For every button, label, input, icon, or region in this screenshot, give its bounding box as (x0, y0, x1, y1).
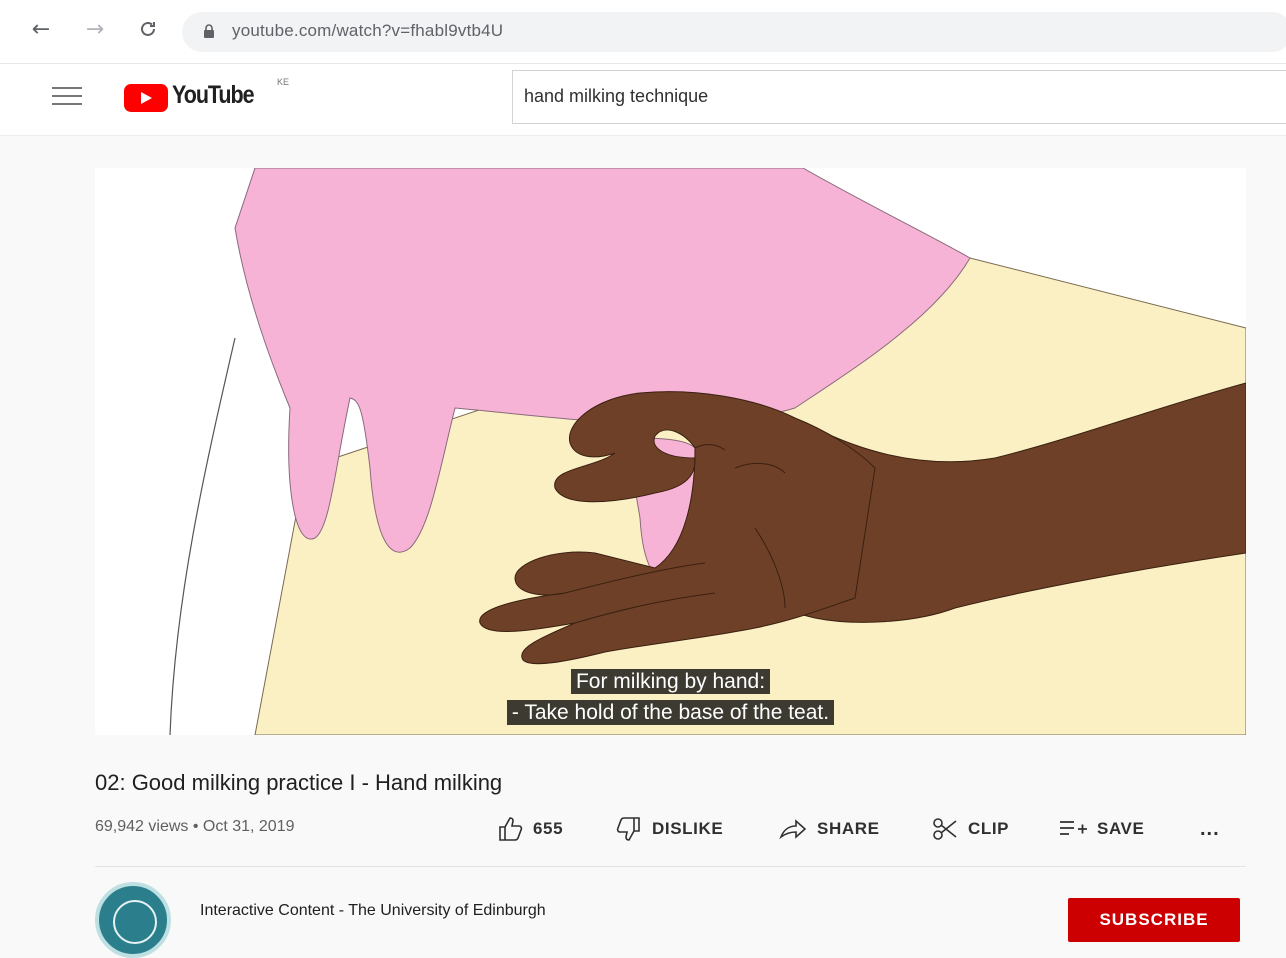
divider (95, 866, 1246, 867)
share-button[interactable]: SHARE (779, 812, 880, 846)
thumbs-down-icon (616, 817, 640, 841)
video-player[interactable]: For milking by hand: - Take hold of the … (95, 168, 1246, 735)
back-arrow-icon[interactable]: ← (28, 16, 54, 42)
more-actions-button[interactable]: ... (1200, 812, 1220, 846)
save-label: SAVE (1097, 819, 1145, 838)
video-title: 02: Good milking practice I - Hand milki… (95, 770, 503, 795)
url-text[interactable]: youtube.com/watch?v=fhabl9vtb4U (232, 21, 503, 41)
youtube-logo-text[interactable]: YouTube (172, 81, 255, 110)
dislike-button[interactable]: DISLIKE (616, 812, 723, 846)
forward-arrow-icon[interactable]: → (82, 16, 108, 42)
caption-line-1: For milking by hand: (95, 669, 1246, 694)
like-count: 655 (533, 819, 564, 838)
caption-line-2: - Take hold of the base of the teat. (95, 700, 1246, 725)
reload-icon[interactable] (135, 16, 161, 42)
menu-icon[interactable] (52, 87, 82, 107)
clip-label: CLIP (968, 819, 1010, 838)
subscribe-button[interactable]: SUBSCRIBE (1068, 898, 1240, 942)
share-arrow-icon (779, 819, 807, 840)
save-button[interactable]: SAVE (1059, 812, 1144, 846)
channel-name[interactable]: Interactive Content - The University of … (200, 902, 546, 920)
video-meta: 69,942 views • Oct 31, 2019 (95, 818, 295, 835)
like-button[interactable]: 655 (497, 812, 563, 846)
scissors-icon (933, 818, 957, 840)
lock-icon (204, 24, 214, 38)
playlist-add-icon (1060, 821, 1087, 835)
video-frame-illustration (95, 168, 1246, 735)
clip-button[interactable]: CLIP (932, 812, 1009, 846)
youtube-play-logo-icon[interactable] (124, 84, 168, 112)
search-query[interactable]: hand milking technique (524, 86, 708, 107)
share-label: SHARE (817, 819, 880, 838)
thumbs-up-icon (499, 817, 523, 841)
country-code: KE (277, 77, 290, 87)
dislike-label: DISLIKE (652, 819, 724, 838)
channel-avatar[interactable] (95, 882, 171, 958)
